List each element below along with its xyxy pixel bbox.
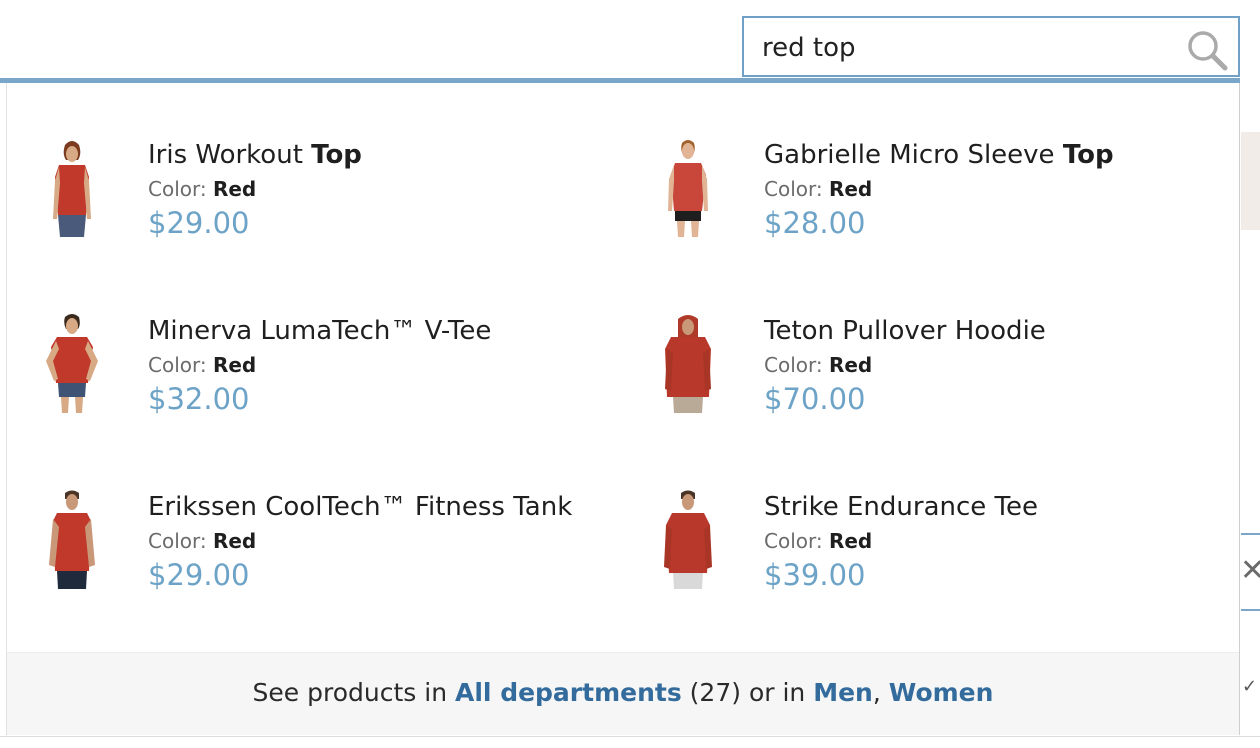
product-name[interactable]: Teton Pullover Hoodie (764, 313, 1046, 349)
product-color: Color: Red (148, 353, 257, 377)
search-autocomplete-dropdown: Iris Workout Top Color: Red $29.00 Gabri… (6, 83, 1240, 735)
product-image (49, 490, 95, 589)
chevron-down-icon: ✓ (1242, 676, 1258, 697)
product-color: Color: Red (148, 177, 257, 201)
product-image (46, 314, 98, 413)
divider (0, 736, 1260, 737)
footer-count: (27) or in (681, 678, 814, 707)
product-suggestion[interactable]: Strike Endurance Tee Color: Red $39.00 (623, 489, 1183, 619)
product-name[interactable]: Minerva LumaTech™ V-Tee (148, 313, 491, 349)
product-name[interactable]: Strike Endurance Tee (764, 489, 1038, 525)
product-suggestion[interactable]: Erikssen CoolTech™ Fitness Tank Color: R… (7, 489, 572, 619)
product-name[interactable]: Iris Workout Top (148, 137, 362, 173)
product-price: $29.00 (148, 206, 250, 240)
product-image (668, 140, 708, 237)
product-price: $29.00 (148, 558, 250, 592)
footer-prefix: See products in (252, 678, 455, 707)
product-color: Color: Red (148, 529, 257, 553)
product-suggestion[interactable]: Teton Pullover Hoodie Color: Red $70.00 (623, 313, 1183, 443)
product-suggestion[interactable]: Iris Workout Top Color: Red $29.00 (7, 137, 567, 267)
product-price: $70.00 (764, 382, 866, 416)
product-name[interactable]: Gabrielle Micro Sleeve Top (764, 137, 1114, 173)
men-link[interactable]: Men (813, 678, 873, 707)
women-link[interactable]: Women (889, 678, 994, 707)
product-suggestion[interactable]: Minerva LumaTech™ V-Tee Color: Red $32.0… (7, 313, 567, 443)
product-price: $32.00 (148, 382, 250, 416)
search-icon[interactable] (1186, 29, 1228, 71)
see-more-footer: See products in All departments (27) or … (7, 652, 1239, 735)
product-image (53, 141, 91, 237)
search-box[interactable] (742, 16, 1240, 77)
product-image (665, 315, 711, 413)
all-departments-link[interactable]: All departments (455, 678, 682, 707)
product-suggestion[interactable]: Gabrielle Micro Sleeve Top Color: Red $2… (623, 137, 1183, 267)
background-content-peek (1241, 132, 1260, 230)
footer-separator: , (872, 678, 889, 707)
product-color: Color: Red (764, 529, 873, 553)
close-icon: ✕ (1241, 553, 1260, 588)
product-color: Color: Red (764, 353, 873, 377)
background-close-control: ✕ (1241, 533, 1260, 611)
product-color: Color: Red (764, 177, 873, 201)
product-image (664, 490, 712, 589)
search-input[interactable] (762, 26, 1162, 70)
product-name[interactable]: Erikssen CoolTech™ Fitness Tank (148, 489, 572, 525)
product-price: $28.00 (764, 206, 866, 240)
product-price: $39.00 (764, 558, 866, 592)
